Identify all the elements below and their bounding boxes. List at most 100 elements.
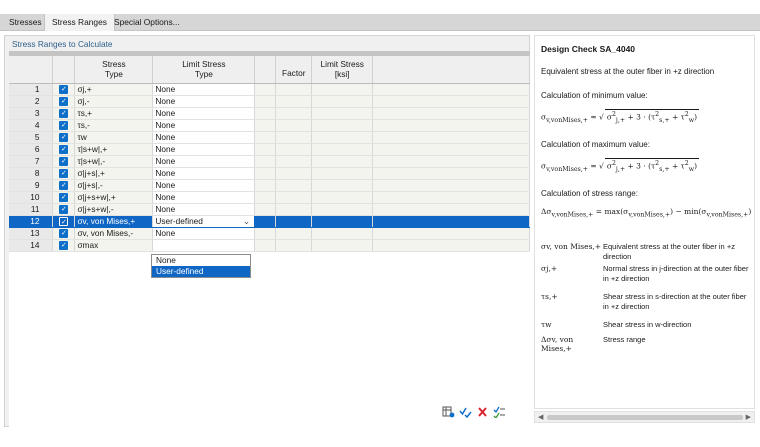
limit-stress-cell[interactable] bbox=[311, 143, 374, 156]
limit-stress-cell[interactable] bbox=[311, 227, 374, 240]
tab-stresses[interactable]: Stresses bbox=[2, 14, 49, 31]
row-checkbox[interactable]: ✓ bbox=[52, 143, 76, 156]
row-checkbox[interactable]: ✓ bbox=[52, 83, 76, 96]
limit-stress-cell[interactable] bbox=[311, 107, 374, 120]
row-checkbox[interactable]: ✓ bbox=[52, 131, 76, 144]
checkbox-checked-icon[interactable]: ✓ bbox=[59, 192, 69, 202]
limit-stress-cell[interactable] bbox=[311, 83, 374, 96]
factor-cell[interactable] bbox=[275, 227, 313, 240]
row-checkbox[interactable]: ✓ bbox=[52, 119, 76, 132]
limit-stress-cell[interactable] bbox=[311, 215, 374, 228]
checkbox-checked-icon[interactable]: ✓ bbox=[59, 168, 69, 178]
limit-stress-cell[interactable] bbox=[311, 203, 374, 216]
scroll-left-arrow-icon[interactable]: ◀ bbox=[538, 413, 543, 421]
limit-stress-type-cell[interactable]: None bbox=[152, 119, 256, 132]
factor-cell[interactable] bbox=[275, 143, 313, 156]
limit-stress-type-cell[interactable]: None bbox=[152, 191, 256, 204]
checkbox-checked-icon[interactable]: ✓ bbox=[59, 204, 69, 214]
factor-cell[interactable] bbox=[275, 107, 313, 120]
checkbox-checked-icon[interactable]: ✓ bbox=[59, 156, 69, 166]
table-row[interactable]: 10 ✓ σ|j+s+w|,+ None bbox=[9, 191, 530, 204]
row-checkbox[interactable]: ✓ bbox=[52, 167, 76, 180]
table-row[interactable]: 7 ✓ τ|s+w|,- None bbox=[9, 155, 530, 168]
limit-stress-type-cell[interactable]: None bbox=[152, 155, 256, 168]
checkbox-checked-icon[interactable]: ✓ bbox=[59, 144, 69, 154]
limit-stress-cell[interactable] bbox=[311, 155, 374, 168]
stress-type-cell-text: τs,+ bbox=[77, 107, 93, 118]
limit-stress-cell[interactable] bbox=[311, 95, 374, 108]
uncheck-all-icon[interactable] bbox=[475, 406, 490, 420]
table-row[interactable]: 3 ✓ τs,+ None bbox=[9, 107, 530, 120]
row-checkbox[interactable]: ✓ bbox=[52, 107, 76, 120]
limit-stress-cell[interactable] bbox=[311, 239, 374, 252]
checkbox-checked-icon[interactable]: ✓ bbox=[59, 132, 69, 142]
row-checkbox[interactable]: ✓ bbox=[52, 239, 76, 252]
limit-stress-type-cell[interactable]: None bbox=[152, 203, 256, 216]
limit-stress-type-cell[interactable] bbox=[152, 239, 256, 252]
table-row[interactable]: 4 ✓ τs,- None bbox=[9, 119, 530, 132]
factor-cell[interactable] bbox=[275, 215, 313, 228]
limit-stress-type-cell[interactable]: None bbox=[152, 167, 256, 180]
row-checkbox[interactable]: ✓ bbox=[52, 191, 76, 204]
row-checkbox[interactable]: ✓ bbox=[52, 203, 76, 216]
toggle-check-icon[interactable] bbox=[492, 406, 507, 420]
factor-cell[interactable] bbox=[275, 155, 313, 168]
checkbox-checked-icon[interactable]: ✓ bbox=[59, 180, 69, 190]
limit-stress-type-cell[interactable]: None bbox=[152, 143, 256, 156]
dropdown-option-none[interactable]: None bbox=[152, 255, 250, 266]
factor-cell[interactable] bbox=[275, 179, 313, 192]
factor-cell[interactable] bbox=[275, 239, 313, 252]
factor-cell[interactable] bbox=[275, 167, 313, 180]
table-row[interactable]: 11 ✓ σ|j+s+w|,- None bbox=[9, 203, 530, 216]
limit-stress-cell[interactable] bbox=[311, 191, 374, 204]
row-checkbox[interactable]: ✓ bbox=[52, 215, 76, 228]
limit-stress-type-cell[interactable]: None bbox=[152, 227, 256, 240]
table-row[interactable]: 1 ✓ σj,+ None bbox=[9, 83, 530, 96]
check-all-icon[interactable] bbox=[458, 406, 473, 420]
factor-cell[interactable] bbox=[275, 95, 313, 108]
limit-stress-type-cell[interactable]: None bbox=[152, 131, 256, 144]
row-checkbox[interactable]: ✓ bbox=[52, 95, 76, 108]
factor-cell[interactable] bbox=[275, 191, 313, 204]
table-row[interactable]: 8 ✓ σ|j+s|,+ None bbox=[9, 167, 530, 180]
checkbox-checked-icon[interactable]: ✓ bbox=[59, 84, 69, 94]
horizontal-scrollbar[interactable]: ◀ ▶ bbox=[534, 411, 755, 423]
table-row[interactable]: 12 ✓ σv, von Mises,+ User-defined ⌄ bbox=[9, 214, 530, 228]
table-row[interactable]: 14 ✓ σmax bbox=[9, 239, 530, 252]
limit-stress-type-cell[interactable]: None bbox=[152, 179, 256, 192]
checkbox-checked-icon[interactable]: ✓ bbox=[59, 120, 69, 130]
limit-stress-cell[interactable] bbox=[311, 131, 374, 144]
checkbox-checked-icon[interactable]: ✓ bbox=[59, 228, 69, 238]
factor-cell[interactable] bbox=[275, 83, 313, 96]
limit-stress-type-cell[interactable]: None bbox=[152, 95, 256, 108]
scroll-right-arrow-icon[interactable]: ▶ bbox=[746, 413, 751, 421]
checkbox-checked-icon[interactable]: ✓ bbox=[59, 108, 69, 118]
checkbox-checked-icon[interactable]: ✓ bbox=[59, 96, 69, 106]
table-row[interactable]: 13 ✓ σv, von Mises,- None bbox=[9, 227, 530, 240]
table-row[interactable]: 5 ✓ τw None bbox=[9, 131, 530, 144]
table-settings-icon[interactable] bbox=[441, 406, 456, 420]
checkbox-checked-icon[interactable]: ✓ bbox=[59, 240, 69, 250]
chevron-down-icon[interactable]: ⌄ bbox=[243, 216, 251, 226]
table-row[interactable]: 9 ✓ σ|j+s|,- None bbox=[9, 179, 530, 192]
limit-stress-type-cell[interactable]: None bbox=[152, 83, 256, 96]
scrollbar-thumb[interactable] bbox=[547, 415, 743, 420]
row-checkbox[interactable]: ✓ bbox=[52, 227, 76, 240]
table-row[interactable]: 6 ✓ τ|s+w|,+ None bbox=[9, 143, 530, 156]
dropdown-option-user-defined[interactable]: User-defined bbox=[152, 266, 250, 277]
factor-cell[interactable] bbox=[275, 119, 313, 132]
row-checkbox[interactable]: ✓ bbox=[52, 155, 76, 168]
table-row[interactable]: 2 ✓ σj,- None bbox=[9, 95, 530, 108]
tab-stress-ranges[interactable]: Stress Ranges bbox=[44, 14, 115, 31]
factor-cell[interactable] bbox=[275, 131, 313, 144]
limit-stress-type-cell[interactable]: None bbox=[152, 107, 256, 120]
factor-cell[interactable] bbox=[275, 203, 313, 216]
limit-stress-type-cell-text: None bbox=[155, 155, 176, 166]
limit-stress-cell[interactable] bbox=[311, 119, 374, 132]
limit-stress-type-cell[interactable]: User-defined ⌄ bbox=[152, 214, 256, 228]
tab-special-options[interactable]: Special Options... bbox=[107, 14, 187, 31]
row-checkbox[interactable]: ✓ bbox=[52, 179, 76, 192]
checkbox-checked-icon[interactable]: ✓ bbox=[59, 216, 69, 226]
limit-stress-cell[interactable] bbox=[311, 179, 374, 192]
limit-stress-cell[interactable] bbox=[311, 167, 374, 180]
